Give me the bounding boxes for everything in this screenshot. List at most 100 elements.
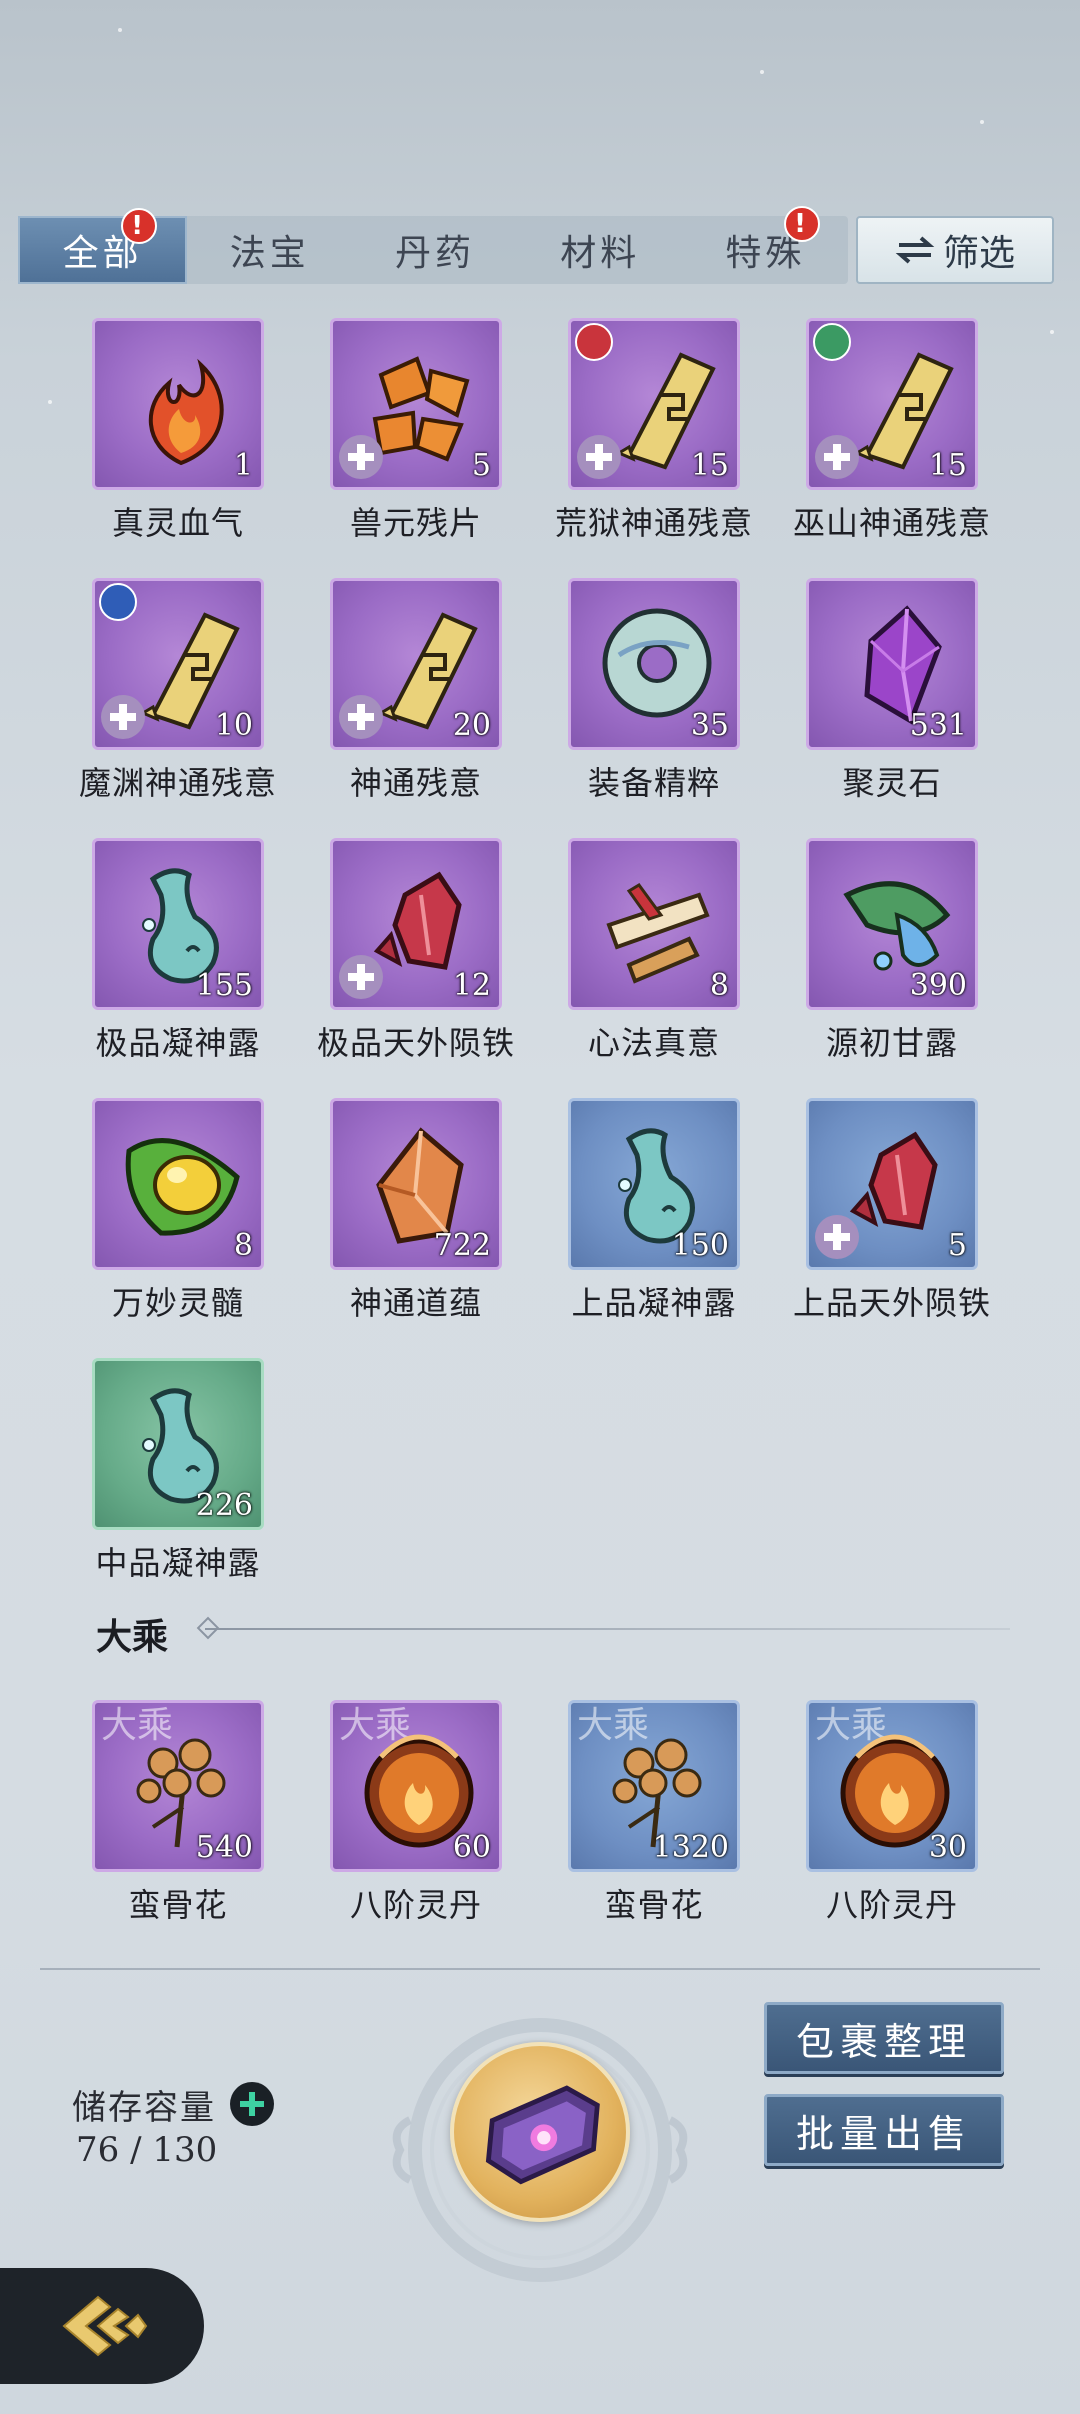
item-count: 5: [471, 448, 491, 483]
section-divider: [205, 1628, 1010, 1630]
inventory-item[interactable]: 155 极品凝神露: [92, 838, 264, 1098]
item-tile[interactable]: 390: [806, 838, 978, 1010]
item-tile[interactable]: 150: [568, 1098, 740, 1270]
item-count: 8: [709, 968, 729, 1003]
inventory-grid: 1 真灵血气 5 兽元残片 15 荒狱神通残意 15 巫山神通残意 10 魔渊神通残意 20 神通残意…: [79, 318, 992, 1618]
item-count: 20: [452, 708, 491, 743]
item-count: 12: [452, 968, 491, 1003]
inventory-item[interactable]: 大乘 1320 蛮骨花: [568, 1700, 740, 1960]
inventory-item[interactable]: 大乘 60 八阶灵丹: [330, 1700, 502, 1960]
item-count: 10: [214, 708, 253, 743]
section-grid: 大乘 540 蛮骨花 大乘 60 八阶灵丹 大乘 1320 蛮骨花 大乘 30 八阶灵丹: [92, 1700, 992, 1960]
item-tile[interactable]: 10: [92, 578, 264, 750]
inventory-item[interactable]: 226 中品凝神露: [92, 1358, 264, 1618]
item-count: 155: [195, 968, 253, 1003]
item-name: 兽元残片: [349, 504, 482, 542]
filter-label: 筛选: [942, 233, 1015, 274]
item-name: 心法真意: [587, 1024, 720, 1062]
alert-icon: !: [121, 208, 158, 244]
tab-all[interactable]: 全部 !: [18, 208, 188, 284]
item-tile[interactable]: 15: [806, 318, 978, 490]
flame-essence-icon: [148, 358, 224, 466]
item-name: 蛮骨花: [604, 1886, 704, 1924]
purple-bag-icon: [485, 2085, 600, 2185]
item-tile[interactable]: 15: [568, 318, 740, 490]
item-name: 真灵血气: [111, 504, 244, 542]
item-tile[interactable]: 1: [92, 318, 264, 490]
inventory-item[interactable]: 大乘 540 蛮骨花: [92, 1700, 264, 1960]
inventory-item[interactable]: 12 极品天外陨铁: [317, 838, 514, 1098]
item-tile[interactable]: 722: [330, 1098, 502, 1270]
bulk-sell-button[interactable]: 批量出售: [764, 2094, 1004, 2166]
section-title: 大乘: [96, 1616, 169, 1658]
tab-pills[interactable]: 丹药: [352, 216, 517, 284]
inventory-item[interactable]: 35 装备精粹: [568, 578, 740, 838]
item-tile[interactable]: 大乘 60: [330, 1700, 502, 1872]
inventory-item[interactable]: 390 源初甘露: [806, 838, 978, 1098]
tab-materials[interactable]: 材料: [518, 216, 683, 284]
inventory-item[interactable]: 722 神通道蕴: [330, 1098, 502, 1358]
item-tile[interactable]: 大乘 30: [806, 1700, 978, 1872]
bottom-divider: [40, 1968, 1040, 1970]
inventory-item[interactable]: 15 荒狱神通残意: [555, 318, 752, 578]
inventory-item[interactable]: 1 真灵血气: [92, 318, 264, 578]
item-count: 8: [233, 1228, 253, 1263]
inventory-item[interactable]: 15 巫山神通残意: [793, 318, 990, 578]
plus-icon: [339, 695, 383, 739]
inventory-item[interactable]: 531 聚灵石: [806, 578, 978, 838]
item-count: 722: [433, 1228, 491, 1263]
inventory-item[interactable]: 20 神通残意: [330, 578, 502, 838]
item-tile[interactable]: 8: [92, 1098, 264, 1270]
item-name: 巫山神通残意: [792, 504, 991, 542]
item-tile[interactable]: 20: [330, 578, 502, 750]
plus-icon: [339, 955, 383, 999]
inventory-item[interactable]: 大乘 30 八阶灵丹: [806, 1700, 978, 1960]
inventory-item[interactable]: 5 兽元残片: [330, 318, 502, 578]
item-tile[interactable]: 35: [568, 578, 740, 750]
plus-icon: [815, 435, 859, 479]
alert-icon: !: [784, 206, 821, 242]
expand-storage-icon[interactable]: [230, 2082, 274, 2126]
plus-icon: [815, 1215, 859, 1259]
inventory-item[interactable]: 8 心法真意: [568, 838, 740, 1098]
item-tile[interactable]: 5: [330, 318, 502, 490]
item-count: 390: [909, 968, 967, 1003]
tab-treasure[interactable]: 法宝: [187, 216, 352, 284]
filter-button[interactable]: 筛选: [856, 216, 1054, 284]
item-name: 万妙灵髓: [111, 1284, 244, 1322]
inventory-item[interactable]: 5 上品天外陨铁: [793, 1098, 990, 1358]
category-tabs: 全部 ! 法宝 丹药 材料 特殊 !: [18, 206, 848, 284]
item-name: 极品天外陨铁: [316, 1024, 515, 1062]
tab-special[interactable]: 特殊 !: [683, 206, 848, 284]
item-tile[interactable]: 大乘 540: [92, 1700, 264, 1872]
item-count: 15: [928, 448, 967, 483]
item-tile[interactable]: 226: [92, 1358, 264, 1530]
item-count: 15: [690, 448, 729, 483]
scattered-scrolls-icon: [606, 883, 710, 984]
back-arrow-icon: [62, 2295, 148, 2357]
item-name: 聚灵石: [842, 764, 942, 802]
item-tile[interactable]: 12: [330, 838, 502, 1010]
item-name: 上品凝神露: [571, 1284, 737, 1322]
inventory-item[interactable]: 8 万妙灵髓: [92, 1098, 264, 1358]
inventory-item[interactable]: 150 上品凝神露: [568, 1098, 740, 1358]
item-name: 蛮骨花: [128, 1886, 228, 1924]
storage-bag-button[interactable]: [450, 2042, 630, 2222]
plus-icon: [101, 695, 145, 739]
item-tile[interactable]: 8: [568, 838, 740, 1010]
back-button[interactable]: [0, 2268, 204, 2384]
item-tile[interactable]: 531: [806, 578, 978, 750]
item-count: 35: [690, 708, 729, 743]
storage-value: 76 / 130: [76, 2130, 218, 2170]
tab-label: 材料: [560, 233, 641, 274]
item-tile[interactable]: 5: [806, 1098, 978, 1270]
item-name: 上品天外陨铁: [792, 1284, 991, 1322]
swap-arrows-icon: [895, 236, 935, 264]
organize-bag-button[interactable]: 包裹整理: [764, 2002, 1004, 2074]
item-tile[interactable]: 155: [92, 838, 264, 1010]
sect-emblem-icon: [99, 583, 137, 621]
item-tile[interactable]: 大乘 1320: [568, 1700, 740, 1872]
sect-emblem-icon: [575, 323, 613, 361]
tab-label: 丹药: [395, 233, 476, 274]
inventory-item[interactable]: 10 魔渊神通残意: [79, 578, 276, 838]
